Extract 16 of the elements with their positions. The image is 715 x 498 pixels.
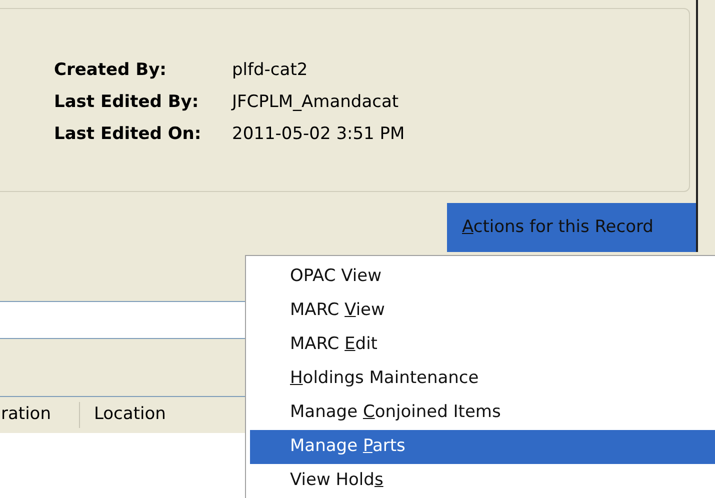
column-header[interactable]: ration — [0, 402, 80, 428]
field-label: Last Edited On: — [54, 123, 202, 146]
field-value: plfd-cat2 — [232, 59, 308, 82]
menu-item[interactable]: OPAC View — [250, 260, 715, 294]
column-header[interactable]: Location — [80, 402, 166, 428]
menu-item[interactable]: Manage Parts — [250, 430, 715, 464]
field-label: Created By: — [54, 59, 168, 82]
menu-item[interactable]: MARC Edit — [250, 328, 715, 362]
field-value: 2011-05-02 3:51 PM — [232, 123, 405, 146]
actions-button[interactable]: Actions for this Record — [447, 203, 697, 252]
menu-item[interactable]: MARC View — [250, 294, 715, 328]
field-label: Last Edited By: — [54, 91, 200, 114]
menu-item[interactable]: View Holds — [250, 464, 715, 498]
menu-item[interactable]: Holdings Maintenance — [250, 362, 715, 396]
field-value: JFCPLM_Amandacat — [232, 91, 399, 114]
menu-item[interactable]: Manage Conjoined Items — [250, 396, 715, 430]
